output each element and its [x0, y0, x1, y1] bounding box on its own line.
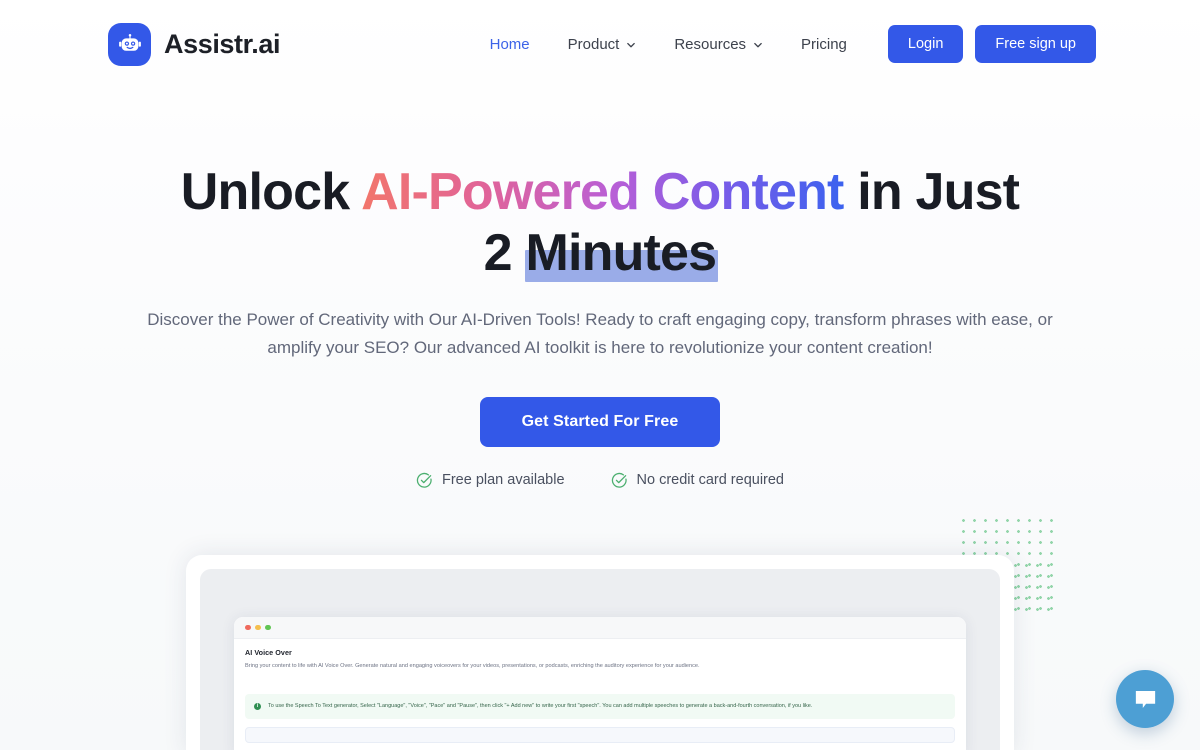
hero-title-highlight: Minutes: [525, 223, 719, 282]
nav-link-home-label: Home: [489, 35, 530, 53]
window-close-dot[interactable]: [245, 624, 251, 631]
app-window-titlebar: [234, 617, 966, 639]
decorative-dot-grid-lower: [1010, 560, 1056, 618]
robot-face-icon: [108, 22, 151, 66]
chevron-down-icon: [627, 42, 636, 48]
check-circle-icon: [611, 472, 627, 488]
badge-no-credit-card-label: No credit card required: [636, 472, 785, 489]
hero-title-gradient: AI-Powered Content: [361, 163, 844, 221]
info-icon: i: [254, 703, 261, 711]
hero-badges: Free plan available No credit card requi…: [0, 472, 1200, 489]
info-callout-text: To use the Speech To Text generator, Sel…: [268, 703, 813, 710]
nav-link-pricing-label: Pricing: [801, 35, 847, 53]
nav-link-resources-label: Resources: [674, 35, 747, 53]
site-header: Assistr.ai Home Product Resources Pricin…: [0, 0, 1200, 88]
badge-free-plan: Free plan available: [416, 472, 565, 489]
badge-free-plan-label: Free plan available: [441, 472, 565, 489]
nav-link-home[interactable]: Home: [471, 26, 549, 63]
page-title: Unlock AI-Powered Content in Just 2 Minu…: [160, 162, 1040, 284]
primary-nav: Home Product Resources Pricing Login Fre…: [471, 25, 1096, 63]
hero-section: Unlock AI-Powered Content in Just 2 Minu…: [0, 88, 1200, 489]
window-minimize-dot[interactable]: [255, 624, 261, 631]
nav-link-product[interactable]: Product: [549, 26, 656, 63]
chat-launcher-button[interactable]: [1116, 670, 1174, 728]
hero-cta-wrap: Get Started For Free: [0, 396, 1200, 447]
product-preview-device: AI Voice Over Bring your content to life…: [186, 555, 1014, 750]
badge-no-credit-card: No credit card required: [611, 472, 785, 489]
nav-actions: Login Free sign up: [887, 25, 1096, 63]
app-description: Bring your content to life with AI Voice…: [245, 663, 700, 669]
chat-bubble-icon: [1135, 690, 1155, 708]
hero-title-part1: Unlock: [180, 163, 362, 221]
check-circle-icon: [416, 472, 432, 488]
brand-name: Assistr.ai: [164, 28, 281, 59]
info-callout: i To use the Speech To Text generator, S…: [245, 694, 955, 720]
nav-link-pricing[interactable]: Pricing: [782, 26, 866, 63]
brand-logo[interactable]: Assistr.ai: [108, 22, 281, 66]
chevron-down-icon: [754, 42, 762, 48]
free-signup-button[interactable]: Free sign up: [975, 25, 1096, 63]
nav-link-resources[interactable]: Resources: [655, 26, 782, 63]
window-maximize-dot[interactable]: [265, 624, 271, 631]
product-preview-screen: AI Voice Over Bring your content to life…: [200, 569, 1000, 750]
app-sub-panel: [245, 727, 955, 744]
app-heading: AI Voice Over: [245, 648, 292, 657]
app-window-mockup: AI Voice Over Bring your content to life…: [234, 617, 966, 750]
hero-subtitle: Discover the Power of Creativity with Ou…: [147, 309, 1053, 357]
login-button[interactable]: Login: [887, 25, 964, 63]
app-window-body: AI Voice Over Bring your content to life…: [234, 639, 966, 744]
get-started-button[interactable]: Get Started For Free: [479, 396, 721, 447]
nav-link-product-label: Product: [567, 35, 620, 53]
